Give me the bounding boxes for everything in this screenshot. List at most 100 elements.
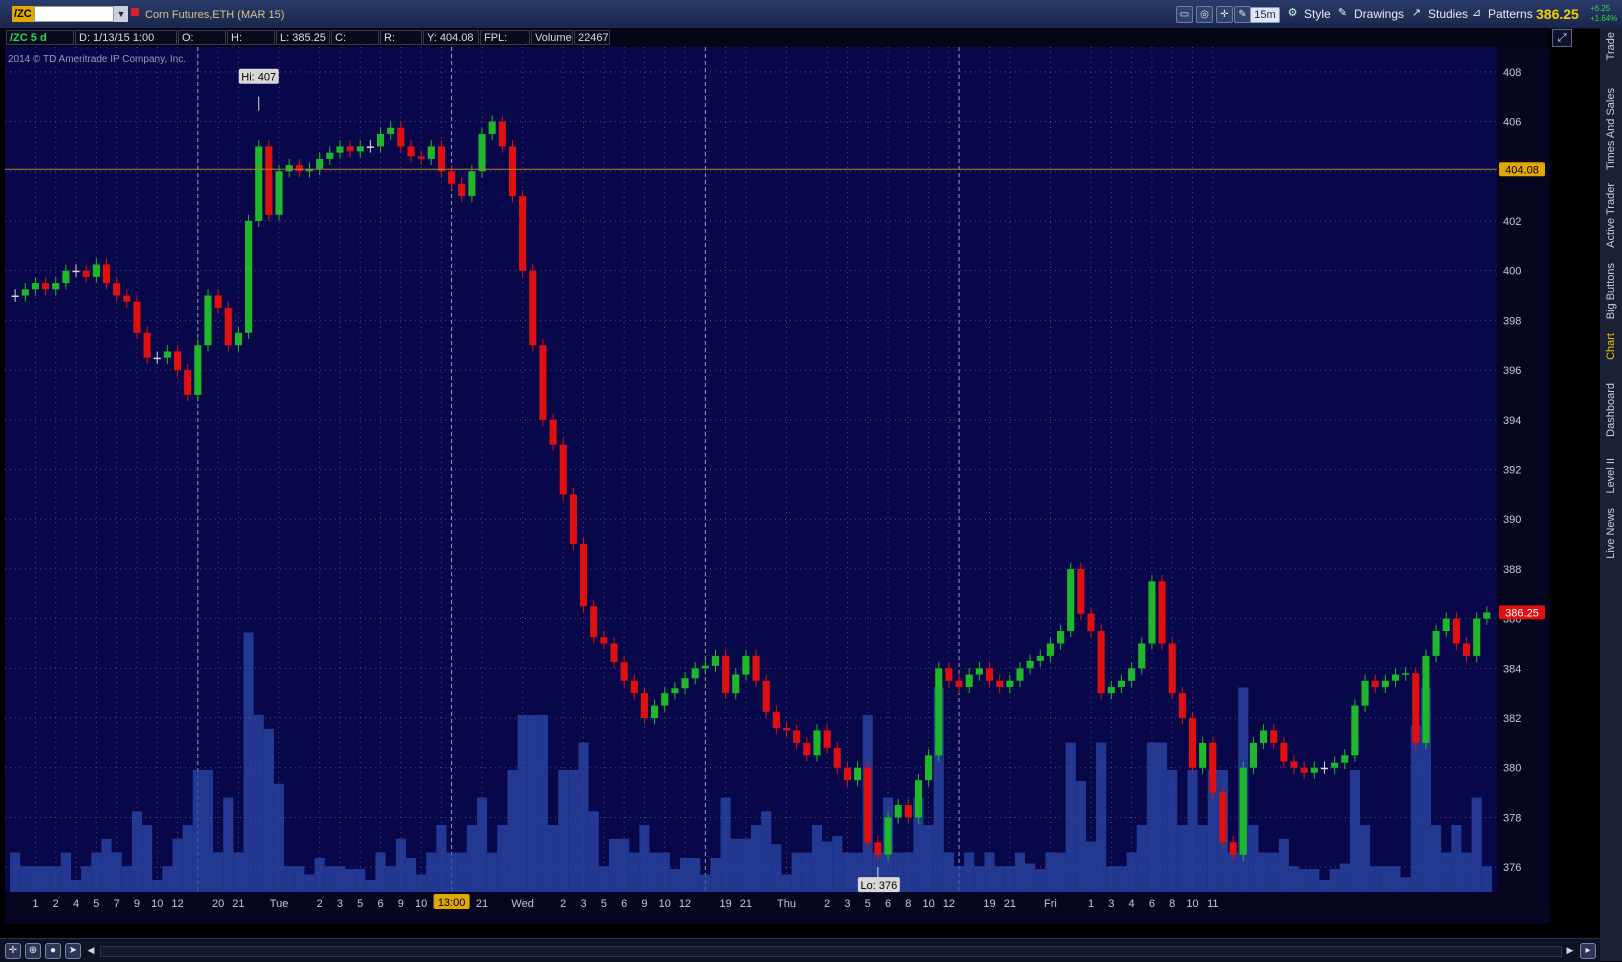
volume-bar (223, 797, 234, 892)
candle-body (701, 665, 709, 669)
candle-body (1117, 680, 1126, 687)
bar-open: O: 387.5 (178, 30, 226, 59)
candle-body (651, 705, 659, 719)
y-tick-label: 382 (1503, 713, 1521, 725)
candle-body (813, 730, 821, 756)
candle-body (1199, 742, 1207, 768)
candle-body (1320, 767, 1329, 770)
drawings-button[interactable]: ✎ Drawings (1336, 5, 1404, 23)
zoom-icon[interactable]: ⊕ (25, 943, 41, 959)
timeframe-button[interactable]: 15m (1250, 7, 1280, 23)
volume-bar (558, 770, 569, 892)
tab-live-news[interactable]: Live News (1602, 508, 1620, 559)
tab-trade[interactable]: Trade (1602, 32, 1620, 60)
candle-body (1462, 643, 1471, 656)
volume-bar (588, 811, 599, 892)
tab-dashboard[interactable]: Dashboard (1602, 383, 1620, 437)
magnifier-icon[interactable]: ● (45, 943, 61, 959)
x-tick-label: 6 (377, 898, 383, 910)
tab-times-and-sales[interactable]: Times And Sales (1602, 88, 1620, 170)
x-tick-label: 5 (93, 898, 99, 910)
chart-settings-icon[interactable]: ⤢ (1552, 29, 1572, 47)
candle-body (1351, 705, 1359, 756)
bar-low: L: 385.25 (276, 30, 330, 45)
studies-button[interactable]: ↗ Studies (1410, 5, 1468, 23)
scroll-left-icon[interactable]: ◀ (86, 944, 96, 956)
x-tick-label: 3 (337, 898, 343, 910)
expand-icon[interactable]: ▸ (1580, 943, 1596, 959)
candle-body (1219, 792, 1227, 843)
bar-range: R: 2.25 (380, 30, 422, 59)
volume-bar (131, 811, 143, 892)
candle-body (478, 133, 486, 172)
candle-body (153, 357, 161, 360)
volume-bar (1329, 869, 1340, 892)
bar-close: C: 385.5 (331, 30, 379, 59)
candle-body (529, 270, 537, 346)
volume-bar (1014, 852, 1026, 892)
x-tick-label: Wed (511, 898, 533, 910)
candle-body (1300, 767, 1308, 773)
symbol-period[interactable]: /ZC 5 d 15m (6, 30, 74, 59)
volume-bar (81, 866, 92, 892)
copyright-label: 2014 © TD Ameritrade IP Company, Inc. (8, 54, 186, 65)
scroll-right-icon[interactable]: ▶ (1565, 944, 1575, 956)
x-tick-label: 3 (1108, 898, 1114, 910)
crosshair-tool-icon[interactable]: ✛ (1216, 6, 1233, 23)
volume-bar (436, 825, 447, 892)
y-tick-label: 408 (1503, 67, 1521, 79)
candle-body (1006, 680, 1014, 687)
wrench-icon[interactable]: ✎ (1234, 6, 1251, 23)
price-chart[interactable]: 3763783803823843863883903923943963984004… (5, 47, 1550, 924)
x-tick-label: 5 (865, 898, 871, 910)
window-icon[interactable]: ▭ (1176, 6, 1193, 23)
time-scrollbar[interactable] (100, 946, 1562, 957)
volume-bar (761, 811, 772, 892)
tab-chart[interactable]: Chart (1602, 333, 1620, 360)
tab-level-ii[interactable]: Level II (1602, 458, 1620, 493)
volume-bar (1116, 866, 1127, 892)
candle-body (1270, 730, 1278, 743)
volume-bar (1156, 742, 1168, 892)
candle-body (458, 183, 466, 197)
tab-big-buttons[interactable]: Big Buttons (1602, 263, 1620, 319)
volume-bar (1441, 852, 1452, 892)
patterns-button[interactable]: ⊿ Patterns (1470, 5, 1533, 23)
candle-body (214, 295, 222, 308)
volume-bar (801, 852, 812, 892)
symbol-badge[interactable]: /ZC (12, 6, 34, 22)
volume-bar (669, 869, 680, 892)
x-tick-label: 12 (943, 898, 955, 910)
volume-bar (1319, 880, 1330, 892)
style-button[interactable]: ⚙ Style (1286, 5, 1331, 23)
x-tick-label: 6 (885, 898, 891, 910)
candle-body (113, 283, 121, 296)
volume-bar (345, 869, 356, 892)
candle-body (1229, 842, 1237, 855)
volume-bar (1359, 825, 1371, 892)
volume-bar (263, 728, 274, 892)
flag-icon[interactable] (131, 8, 139, 16)
cursor-icon[interactable]: ➤ (65, 943, 81, 959)
candle-body (336, 146, 344, 153)
candle-body (204, 295, 212, 346)
pan-icon[interactable]: ✛ (5, 943, 21, 959)
symbol-input[interactable] (34, 6, 114, 22)
symbol-dropdown-icon[interactable]: ▼ (114, 6, 128, 22)
volume-bar (751, 825, 762, 892)
volume-bar (598, 866, 609, 892)
x-tick-label: 10 (151, 898, 163, 910)
chart-info-bar: /ZC 5 d 15m D: 1/13/15 1:00 PM O: 387.5 … (0, 28, 1550, 59)
candle-body (82, 270, 90, 277)
candle-body (1087, 613, 1095, 632)
target-icon[interactable]: ◎ (1196, 6, 1213, 23)
volume-bar (1126, 852, 1137, 892)
tab-active-trader[interactable]: Active Trader (1602, 183, 1620, 248)
candle-body (1128, 668, 1136, 681)
x-tick-label: 1 (1088, 898, 1094, 910)
candle-body (1331, 762, 1339, 768)
candle-body (397, 127, 405, 147)
volume-bar (578, 742, 589, 892)
volume-bar (943, 852, 954, 892)
candle-body (681, 678, 689, 689)
